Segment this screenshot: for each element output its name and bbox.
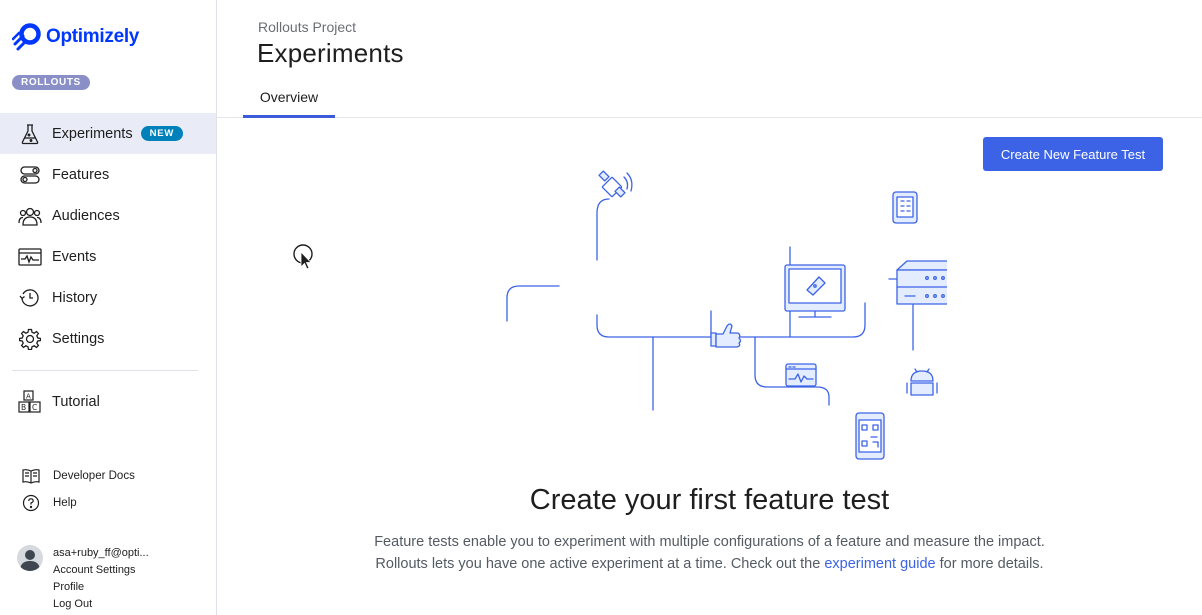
new-badge: NEW: [140, 126, 184, 141]
sidebar-tutorial: A B C Tutorial: [0, 381, 216, 422]
mouse-cursor-icon: [293, 244, 313, 270]
help-label: Help: [53, 496, 77, 509]
empty-state-line-2-pre: Rollouts lets you have one active experi…: [375, 556, 821, 572]
toggle-icon: [18, 163, 42, 187]
satellite-icon: [598, 170, 633, 198]
monitor-icon: [784, 264, 846, 318]
sidebar-item-label: Experiments: [52, 125, 133, 142]
sidebar: Optimizely ROLLOUTS Experiments NEW Feat…: [0, 0, 217, 615]
abc-blocks-icon: A B C: [18, 389, 42, 414]
svg-text:C: C: [32, 403, 37, 412]
sidebar-item-label: Features: [52, 166, 110, 183]
optimizely-logo[interactable]: Optimizely: [12, 22, 139, 52]
empty-state-title: Create your first feature test: [529, 484, 890, 516]
experiment-guide-link[interactable]: experiment guide: [824, 556, 935, 572]
developer-docs-link[interactable]: Developer Docs: [0, 462, 216, 489]
product-badge: ROLLOUTS: [12, 75, 90, 90]
tab-overview[interactable]: Overview: [243, 78, 335, 118]
pulse-icon: [18, 245, 42, 269]
svg-text:A: A: [26, 392, 31, 400]
sidebar-item-label: History: [52, 289, 98, 306]
account-email: asa+ruby_ff@opti...: [53, 547, 149, 559]
sidebar-item-tutorial[interactable]: A B C Tutorial: [0, 381, 216, 422]
people-icon: [18, 204, 42, 228]
sidebar-item-settings[interactable]: Settings: [0, 318, 216, 359]
empty-state-description: Feature tests enable you to experiment w…: [217, 531, 1202, 575]
book-icon: [22, 467, 40, 485]
gear-icon: [18, 327, 42, 351]
sidebar-item-label: Audiences: [52, 207, 120, 224]
sidebar-item-features[interactable]: Features: [0, 154, 216, 195]
question-icon: [22, 494, 40, 512]
profile-link[interactable]: Profile: [53, 579, 149, 596]
analytics-card-icon: [785, 363, 817, 387]
project-name: Rollouts Project: [258, 19, 357, 35]
page-title: Experiments: [257, 38, 404, 68]
phone-qr-icon: [855, 412, 885, 460]
empty-state-line-1: Feature tests enable you to experiment w…: [374, 534, 1045, 550]
history-icon: [18, 286, 42, 310]
sidebar-item-events[interactable]: Events: [0, 236, 216, 277]
account-lines: asa+ruby_ff@opti... Account Settings Pro…: [53, 545, 149, 613]
empty-state-line-2-post: for more details.: [939, 556, 1044, 572]
empty-state-line-2: Rollouts lets you have one active experi…: [217, 553, 1202, 575]
help-link[interactable]: Help: [0, 489, 216, 516]
avatar[interactable]: [17, 545, 43, 571]
svg-text:B: B: [21, 403, 26, 412]
main-content: Rollouts Project Experiments Overview Cr…: [217, 0, 1202, 615]
log-out-link[interactable]: Log Out: [53, 596, 149, 613]
tab-bar: Overview: [217, 78, 1202, 118]
android-icon: [906, 368, 938, 396]
create-feature-test-button[interactable]: Create New Feature Test: [983, 137, 1163, 171]
developer-docs-label: Developer Docs: [53, 469, 135, 482]
sidebar-item-experiments[interactable]: Experiments NEW: [0, 113, 216, 154]
logo-wordmark: Optimizely: [46, 26, 140, 47]
sidebar-divider: [12, 370, 198, 371]
sidebar-nav: Experiments NEW Features Audiences Event…: [0, 113, 216, 359]
sidebar-item-history[interactable]: History: [0, 277, 216, 318]
sidebar-item-label: Settings: [52, 330, 105, 347]
flask-icon: [18, 122, 42, 146]
sidebar-item-label: Events: [52, 248, 97, 265]
optimizely-logo-icon: [12, 23, 41, 51]
tablet-icon: [892, 191, 918, 224]
thumbs-up-icon: [710, 323, 742, 348]
devices-network-illustration: [506, 170, 947, 460]
sidebar-footer: Developer Docs Help: [0, 462, 216, 516]
network-connectors: [506, 198, 914, 411]
account-settings-link[interactable]: Account Settings: [53, 562, 149, 579]
server-icon: [896, 260, 947, 305]
sidebar-item-label: Tutorial: [52, 393, 100, 410]
sidebar-item-audiences[interactable]: Audiences: [0, 195, 216, 236]
